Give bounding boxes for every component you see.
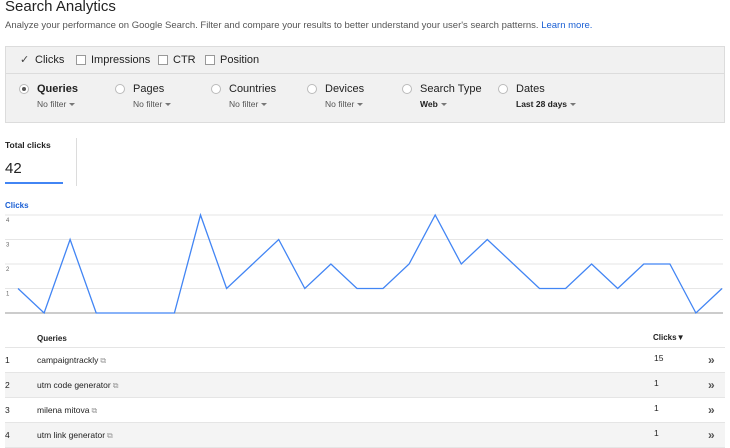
metric-position[interactable]: Position: [205, 54, 259, 66]
dimension-label: Queries: [37, 83, 78, 95]
total-clicks-value: 42: [5, 160, 22, 177]
metric-impressions[interactable]: Impressions: [76, 54, 150, 66]
dimension-label: Countries: [229, 83, 277, 95]
metric-clicks[interactable]: ✓ Clicks: [20, 54, 64, 66]
column-header-clicks-label: Clicks: [653, 333, 677, 342]
dimension-filter-dropdown[interactable]: No filter: [133, 99, 172, 109]
table-row[interactable]: 4 utm link generator ⧉ 1 »: [5, 423, 725, 448]
y-tick-label: 2: [6, 267, 10, 273]
page-title: Search Analytics: [5, 0, 116, 15]
check-icon: ✓: [20, 54, 30, 66]
caret-down-icon: [570, 103, 577, 107]
row-clicks: 1: [654, 403, 659, 413]
query-text: utm link generator: [37, 430, 106, 440]
total-clicks-label: Total clicks: [5, 140, 51, 150]
metric-label: Clicks: [35, 54, 65, 66]
filter-value: No filter: [229, 99, 259, 109]
filter-panel: ✓ Clicks Impressions CTR Position Queries…: [5, 46, 725, 123]
y-tick-label: 4: [6, 218, 10, 224]
column-header-queries: Queries: [37, 334, 67, 343]
table-row[interactable]: 3 milena mitova ⧉ 1 »: [5, 398, 725, 423]
query-text: utm code generator: [37, 380, 111, 390]
radio-button[interactable]: [19, 84, 29, 94]
dimension-filter-dropdown[interactable]: No filter: [37, 99, 76, 109]
dimension-filter-dropdown[interactable]: No filter: [325, 99, 364, 109]
checkbox[interactable]: [158, 55, 168, 65]
y-tick-label: 1: [6, 292, 10, 298]
filter-value: No filter: [37, 99, 67, 109]
column-header-clicks[interactable]: Clicks▼: [653, 333, 685, 342]
external-link-icon[interactable]: ⧉: [107, 431, 113, 441]
table-row[interactable]: 1 campaigntrackly ⧉ 15 »: [5, 348, 725, 373]
metric-label: CTR: [173, 54, 196, 66]
table-header: Queries Clicks▼: [5, 330, 725, 348]
table-row[interactable]: 2 utm code generator ⧉ 1 »: [5, 373, 725, 398]
checkbox[interactable]: [76, 55, 86, 65]
row-number: 1: [5, 355, 10, 365]
caret-down-icon: [357, 103, 364, 107]
query-text: campaigntrackly: [37, 355, 99, 365]
chevron-double-right-icon[interactable]: »: [708, 428, 715, 442]
external-link-icon[interactable]: ⧉: [113, 381, 119, 391]
metrics-bar: ✓ Clicks Impressions CTR Position: [6, 47, 724, 74]
clicks-line-chart: 1 2 3 4: [5, 212, 723, 315]
caret-down-icon: [69, 103, 76, 107]
dimension-label: Dates: [516, 83, 545, 95]
sort-desc-icon: ▼: [676, 333, 685, 342]
row-number: 4: [5, 430, 10, 440]
filter-value: Last 28 days: [516, 99, 568, 109]
dimension-label: Pages: [133, 83, 165, 95]
radio-button[interactable]: [498, 84, 508, 94]
metric-label: Impressions: [91, 54, 151, 66]
page-subtitle: Analyze your performance on Google Searc…: [5, 20, 592, 31]
query-link[interactable]: milena mitova ⧉: [37, 405, 97, 416]
query-text: milena mitova: [37, 405, 90, 415]
metric-ctr[interactable]: CTR: [158, 54, 196, 66]
radio-button[interactable]: [115, 84, 125, 94]
filter-value: Web: [420, 99, 438, 109]
chevron-double-right-icon[interactable]: »: [708, 378, 715, 392]
dimension-filter-dropdown[interactable]: Last 28 days: [516, 99, 577, 109]
dimension-filter-dropdown[interactable]: No filter: [229, 99, 268, 109]
row-number: 3: [5, 405, 10, 415]
query-link[interactable]: campaigntrackly ⧉: [37, 355, 106, 366]
query-link[interactable]: utm link generator ⧉: [37, 430, 113, 441]
metric-label: Position: [220, 54, 260, 66]
external-link-icon[interactable]: ⧉: [91, 406, 97, 416]
filter-value: No filter: [133, 99, 163, 109]
total-clicks-indicator: [5, 182, 63, 184]
caret-down-icon: [261, 103, 268, 107]
chevron-double-right-icon[interactable]: »: [708, 353, 715, 367]
caret-down-icon: [165, 103, 172, 107]
radio-button[interactable]: [211, 84, 221, 94]
radio-button[interactable]: [307, 84, 317, 94]
chevron-double-right-icon[interactable]: »: [708, 403, 715, 417]
query-link[interactable]: utm code generator ⧉: [37, 380, 118, 391]
divider: [76, 138, 77, 186]
row-clicks: 1: [654, 428, 659, 438]
dimension-label: Devices: [325, 83, 365, 95]
radio-button[interactable]: [402, 84, 412, 94]
checkbox[interactable]: [205, 55, 215, 65]
row-clicks: 1: [654, 378, 659, 388]
subtitle-text: Analyze your performance on Google Searc…: [5, 20, 539, 31]
dimension-label: Search Type: [420, 83, 482, 95]
caret-down-icon: [440, 103, 447, 107]
y-tick-label: 3: [6, 243, 10, 249]
dimension-filter-dropdown[interactable]: Web: [420, 99, 447, 109]
filter-value: No filter: [325, 99, 355, 109]
learn-more-link[interactable]: Learn more.: [541, 20, 592, 31]
row-clicks: 15: [654, 353, 664, 363]
external-link-icon[interactable]: ⧉: [100, 356, 106, 366]
row-number: 2: [5, 380, 10, 390]
